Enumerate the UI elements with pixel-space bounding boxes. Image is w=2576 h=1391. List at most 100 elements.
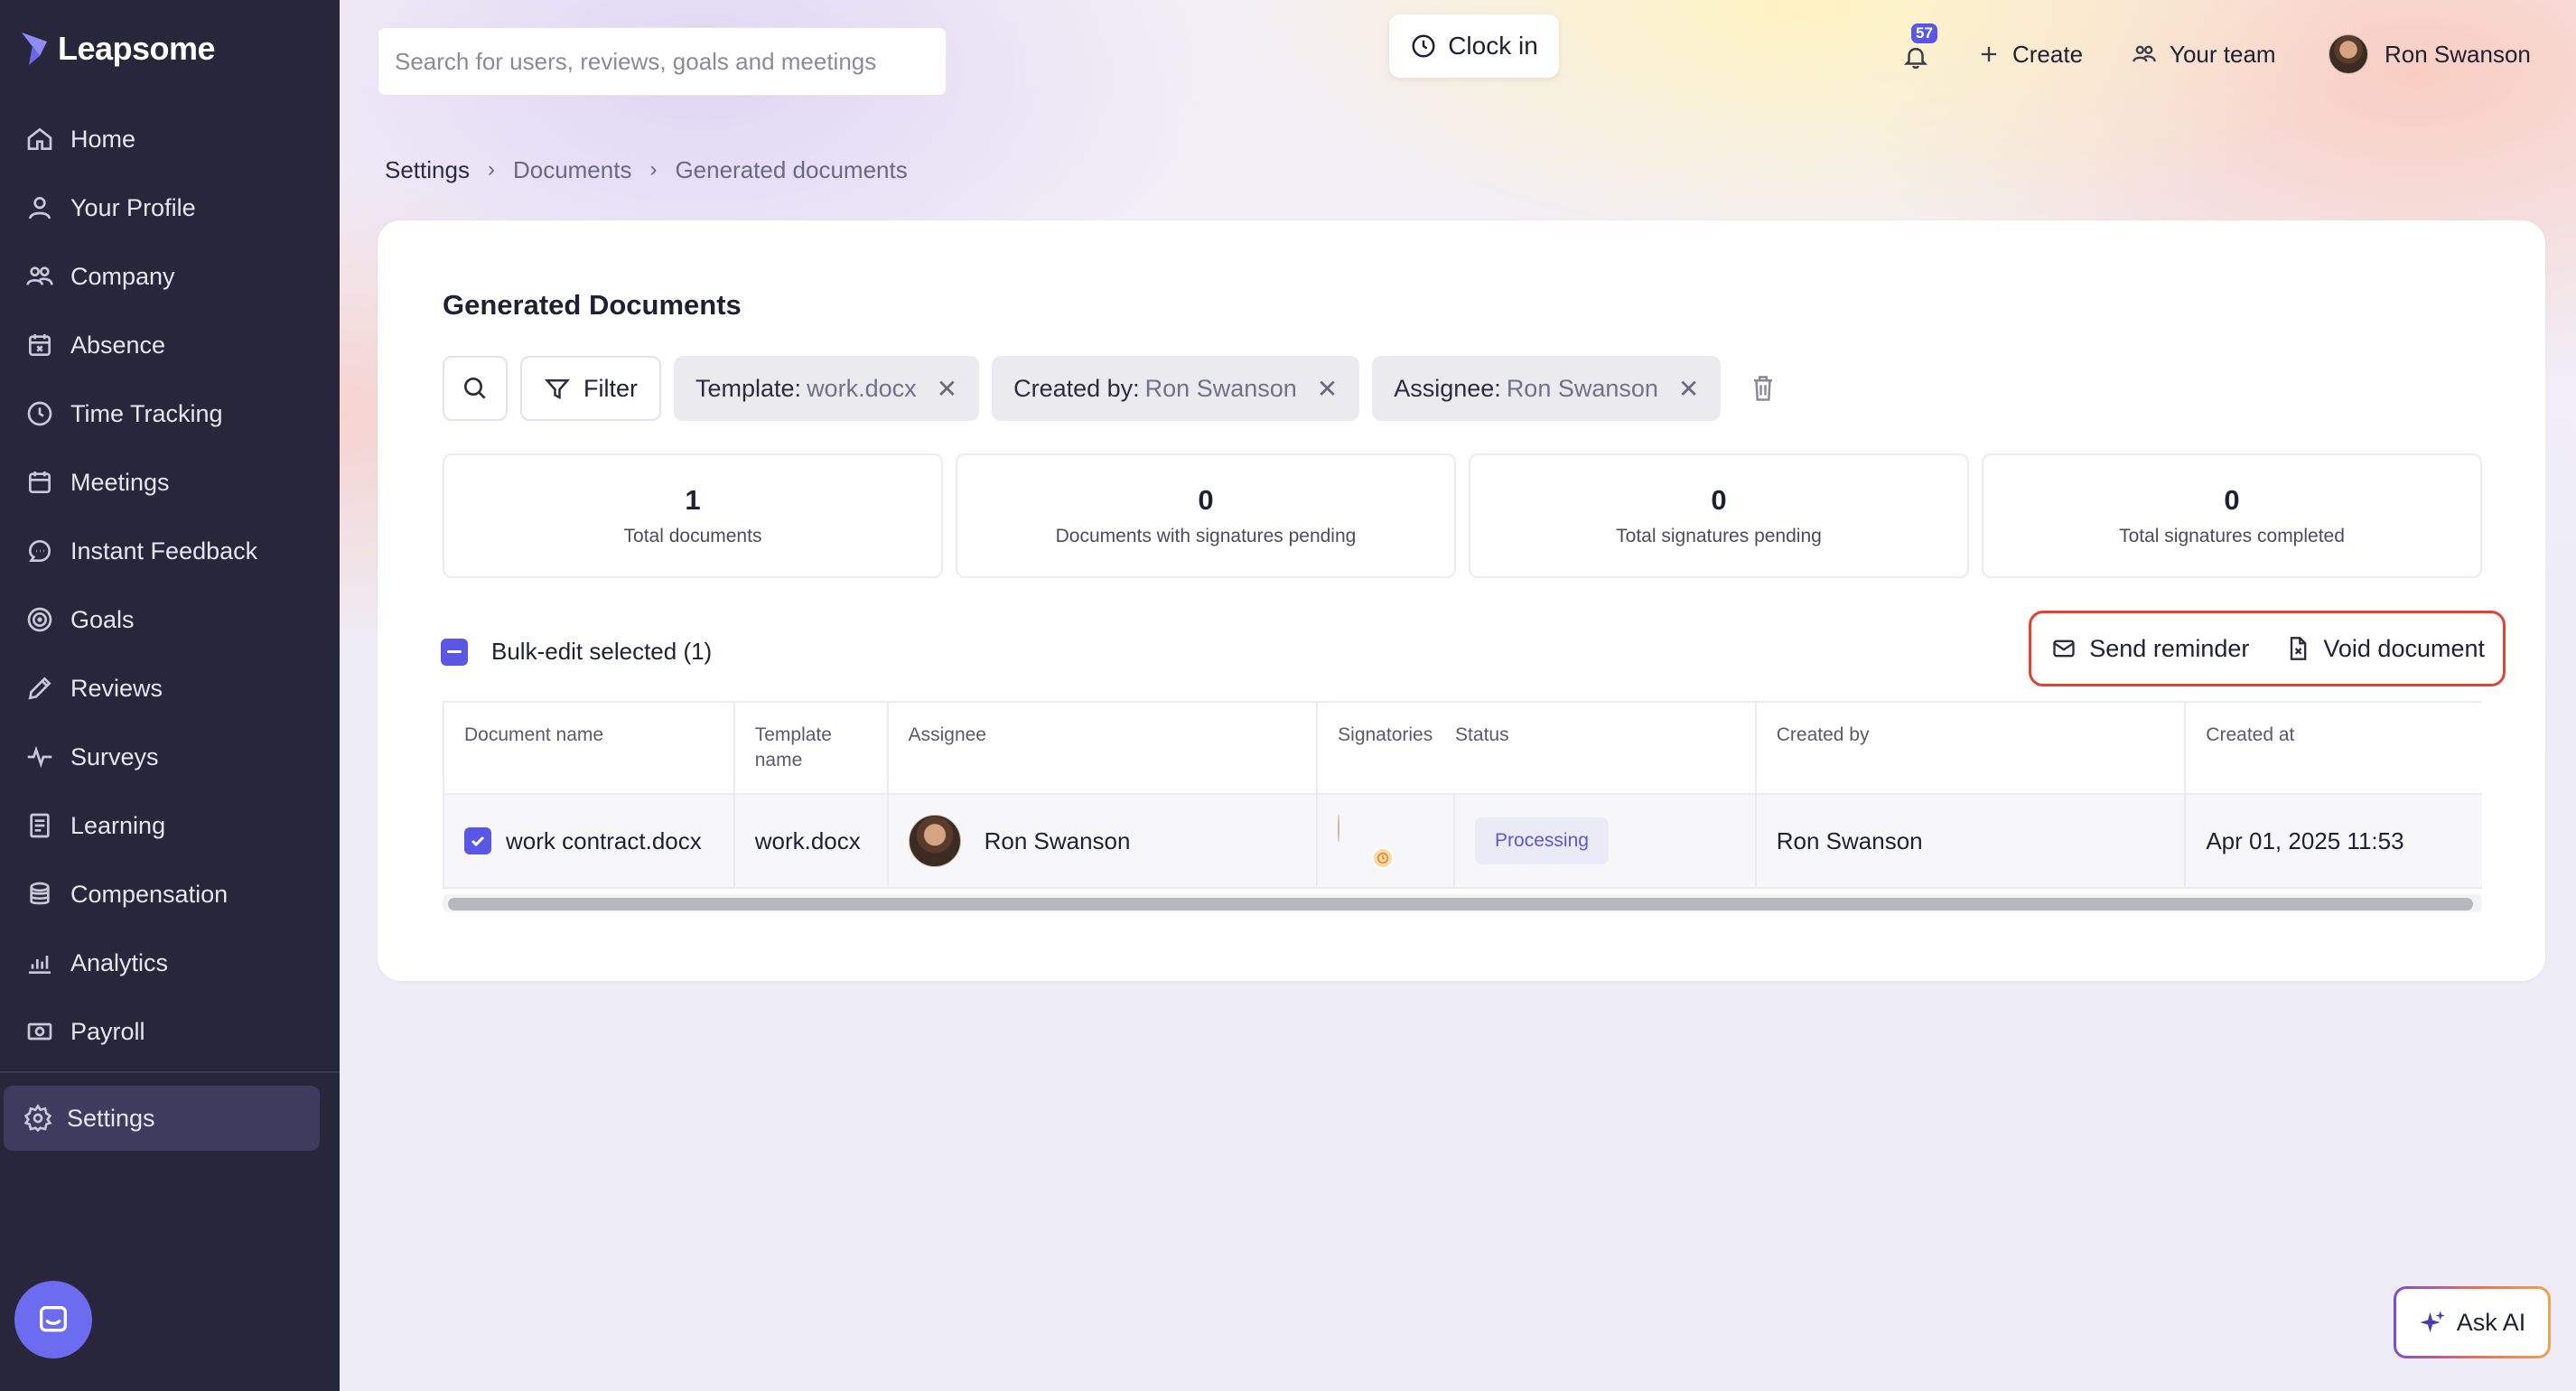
sidebar-nav: Home Your Profile Company Absence Time T… (0, 105, 340, 1066)
close-icon[interactable]: ✕ (1678, 374, 1699, 404)
sidebar-item-goals[interactable]: Goals (0, 585, 340, 654)
plus-icon (1981, 46, 1997, 62)
stat-value: 0 (1198, 484, 1214, 516)
breadcrumb-documents[interactable]: Documents (513, 156, 632, 184)
column-header[interactable]: Signatories (1318, 703, 1455, 793)
breadcrumb-generated-documents: Generated documents (675, 155, 908, 183)
assignee-name: Ron Swanson (984, 826, 1131, 854)
column-header[interactable]: Template name (735, 703, 889, 793)
column-header[interactable]: Created by (1757, 703, 2187, 793)
clear-filters-button[interactable] (1742, 368, 1784, 409)
sidebar-item-label: Instant Feedback (70, 537, 258, 565)
clock-in-button[interactable]: Clock in (1389, 14, 1559, 78)
stat-value: 0 (1711, 484, 1727, 516)
user-menu[interactable]: Ron Swanson (2329, 27, 2531, 81)
void-document-button[interactable]: Void document (2285, 635, 2485, 663)
sidebar-item-settings[interactable]: Settings (4, 1086, 320, 1151)
status-cell: Processing (1455, 795, 1757, 887)
filter-button[interactable]: Filter (520, 356, 661, 421)
coins-icon (23, 878, 56, 910)
documents-table: Document name Template name Assignee Sig… (443, 701, 2482, 889)
leapsome-logo-icon (22, 33, 47, 65)
brand-logo[interactable]: Leapsome (20, 27, 216, 70)
created-at: Apr 01, 2025 11:53 (2206, 826, 2404, 854)
stat-total-documents: 1 Total documents (443, 453, 943, 578)
chevron-right-icon: › (649, 157, 658, 182)
your-team-button[interactable]: Your team (2132, 27, 2276, 81)
page-title: Generated Documents (443, 289, 742, 321)
create-label: Create (2012, 40, 2084, 68)
signatories-cell (1318, 795, 1456, 887)
row-checkbox[interactable] (464, 827, 491, 854)
chip-key: Template: (695, 374, 802, 402)
calendar-x-icon (23, 329, 56, 361)
search-button[interactable] (443, 356, 508, 421)
sidebar-item-your-profile[interactable]: Your Profile (0, 173, 340, 242)
ask-ai-label: Ask AI (2456, 1308, 2526, 1336)
sidebar-item-learning[interactable]: Learning (0, 791, 340, 860)
close-icon[interactable]: ✕ (937, 374, 957, 404)
message-icon (23, 535, 56, 567)
bulk-select-checkbox[interactable] (441, 638, 468, 666)
send-reminder-button[interactable]: Send reminder (2051, 635, 2249, 663)
sidebar-item-label: Surveys (70, 742, 159, 770)
column-header[interactable]: Assignee (889, 703, 1319, 793)
chip-value: Ron Swanson (1506, 374, 1658, 402)
stat-label: Total signatures pending (1616, 526, 1822, 546)
sidebar-item-label: Home (70, 125, 136, 153)
create-button[interactable]: Create (1976, 27, 2083, 81)
horizontal-scrollbar[interactable] (443, 894, 2482, 912)
ask-ai-button[interactable]: Ask AI (2394, 1286, 2551, 1358)
send-reminder-label: Send reminder (2089, 634, 2250, 662)
filter-chip-assignee[interactable]: Assignee: Ron Swanson ✕ (1372, 356, 1722, 421)
filter-chip-created-by[interactable]: Created by: Ron Swanson ✕ (992, 356, 1360, 421)
scrollbar-thumb[interactable] (448, 898, 2473, 910)
table-header: Document name Template name Assignee Sig… (443, 701, 2482, 795)
chip-value: Ron Swanson (1144, 374, 1297, 402)
column-header[interactable]: Created at (2186, 703, 2482, 793)
document-name-cell: work contract.docx (444, 795, 735, 887)
sidebar-item-payroll[interactable]: Payroll (0, 997, 340, 1066)
sidebar-item-instant-feedback[interactable]: Instant Feedback (0, 517, 340, 585)
team-icon (2133, 45, 2156, 62)
sidebar-item-company[interactable]: Company (0, 242, 340, 311)
created-at-cell: Apr 01, 2025 11:53 (2186, 795, 2482, 887)
brand-name: Leapsome (58, 30, 216, 67)
generated-documents-card: Generated Documents Filter Template: wor… (378, 220, 2545, 981)
sidebar-item-home[interactable]: Home (0, 105, 340, 173)
filter-chip-template[interactable]: Template: work.docx ✕ (674, 356, 980, 421)
sidebar-item-surveys[interactable]: Surveys (0, 723, 340, 791)
chart-icon (23, 947, 56, 979)
sidebar-item-absence[interactable]: Absence (0, 311, 340, 379)
sidebar-item-analytics[interactable]: Analytics (0, 929, 340, 997)
notifications-button[interactable]: 57 (1902, 23, 1942, 81)
clock-icon (1412, 34, 1435, 58)
search-input[interactable]: Search for users, reviews, goals and mee… (378, 27, 947, 96)
status-badge: Processing (1475, 817, 1609, 864)
close-icon[interactable]: ✕ (1317, 374, 1338, 404)
stats-row: 1 Total documents 0 Documents with signa… (443, 453, 2482, 578)
signatory-avatar[interactable] (1338, 814, 1395, 869)
breadcrumb-settings[interactable]: Settings (385, 156, 470, 184)
user-icon (23, 191, 56, 224)
sidebar-item-label: Your Profile (70, 193, 196, 221)
created-by-cell: Ron Swanson (1757, 795, 2187, 887)
stat-value: 0 (2224, 484, 2240, 516)
document-name[interactable]: work contract.docx (506, 827, 702, 855)
sidebar-item-reviews[interactable]: Reviews (0, 654, 340, 723)
calendar-icon (23, 466, 56, 499)
sparkle-icon (2419, 1311, 2445, 1333)
sidebar-item-compensation[interactable]: Compensation (0, 860, 340, 929)
column-header[interactable]: Status (1455, 703, 1757, 793)
bulk-edit-toggle[interactable]: Bulk-edit selected (1) (441, 638, 712, 666)
pulse-icon (23, 741, 56, 773)
filter-bar: Filter Template: work.docx ✕ Created by:… (443, 356, 1784, 421)
column-header[interactable]: Document name (444, 703, 735, 793)
pencil-icon (23, 672, 56, 705)
chat-icon (40, 1306, 67, 1332)
sidebar-item-time-tracking[interactable]: Time Tracking (0, 379, 340, 448)
sidebar-item-label: Reviews (70, 674, 163, 702)
sidebar-item-meetings[interactable]: Meetings (0, 448, 340, 517)
chat-support-button[interactable] (14, 1281, 92, 1358)
table-row[interactable]: work contract.docx work.docx Ron Swanson… (443, 795, 2482, 889)
